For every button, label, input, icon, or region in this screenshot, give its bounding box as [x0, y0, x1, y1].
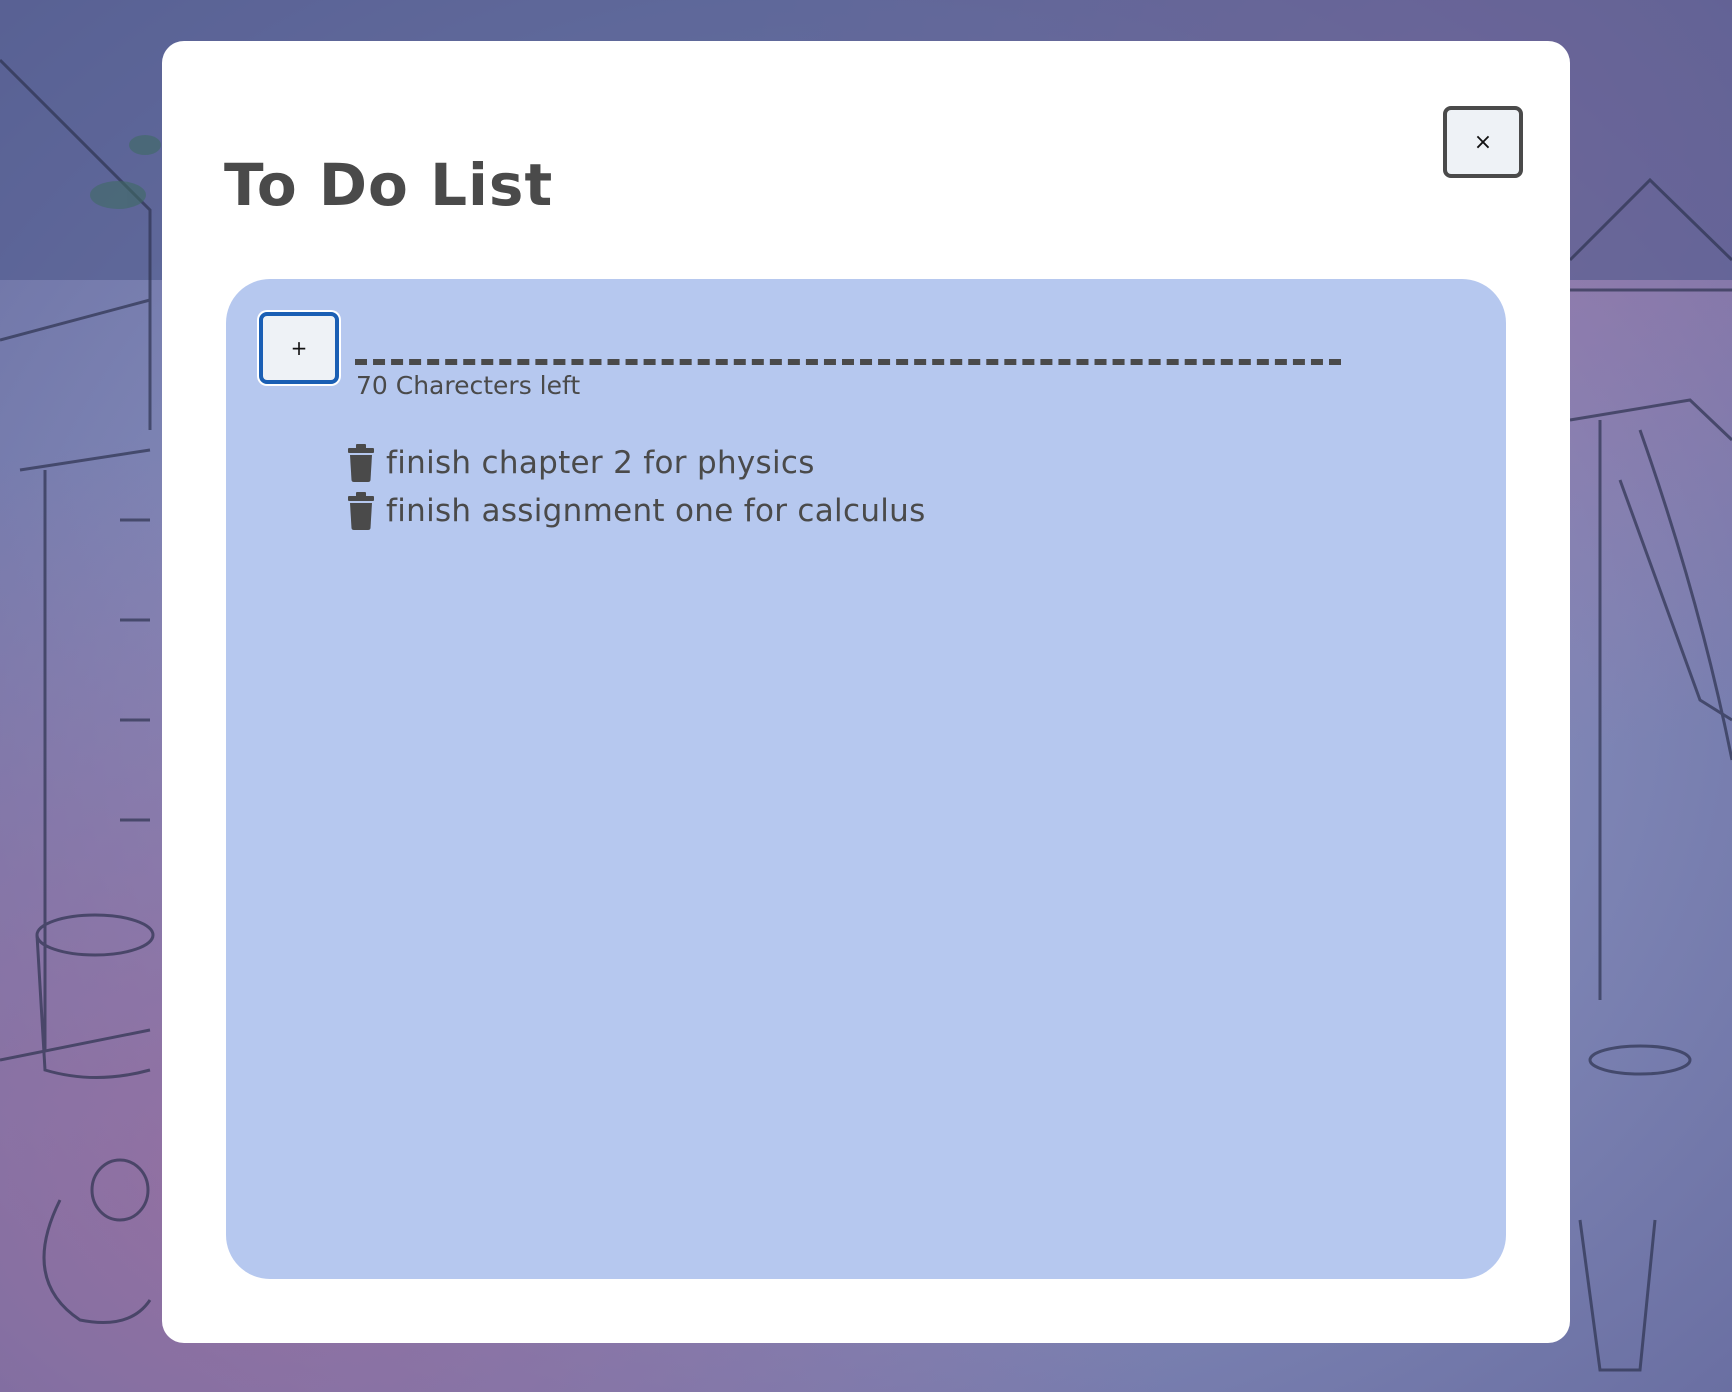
modal-title: To Do List	[224, 151, 554, 219]
list-item: finish assignment one for calculus	[348, 487, 926, 535]
characters-left-label: 70 Charecters left	[356, 371, 581, 400]
close-button[interactable]: ×	[1443, 106, 1523, 178]
list-item: finish chapter 2 for physics	[348, 439, 926, 487]
todo-list: finish chapter 2 for physics finish assi…	[348, 439, 926, 535]
add-task-button[interactable]: +	[259, 312, 339, 384]
todo-text: finish assignment one for calculus	[386, 493, 926, 529]
trash-icon[interactable]	[348, 444, 374, 482]
todo-modal: To Do List × + 70 Charecters left finish…	[162, 41, 1570, 1343]
trash-icon[interactable]	[348, 492, 374, 530]
todo-panel: + 70 Charecters left finish chapter 2 fo…	[226, 279, 1506, 1279]
todo-text: finish chapter 2 for physics	[386, 445, 815, 481]
task-input[interactable]	[355, 325, 1341, 365]
